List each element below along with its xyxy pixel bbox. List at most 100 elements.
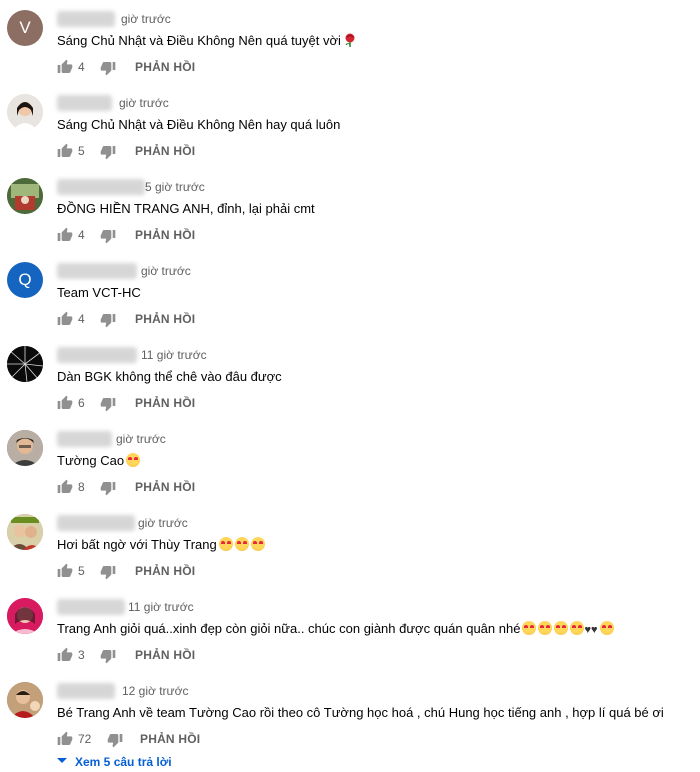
avatar[interactable]	[7, 682, 43, 718]
comment-actions: 8 PHẢN HỒI	[57, 477, 457, 497]
heart-eyes-emoji-icon	[218, 537, 233, 551]
comment-actions: 4 PHẢN HỒI	[57, 309, 457, 329]
thumb-down-icon[interactable]	[100, 480, 116, 496]
avatar[interactable]: V	[7, 10, 43, 46]
author-name-blurred[interactable]	[57, 263, 137, 279]
thumb-down-icon[interactable]	[100, 312, 116, 328]
thumb-down-icon[interactable]	[100, 60, 116, 76]
like-count: 8	[78, 480, 85, 494]
thumb-down-icon[interactable]	[100, 396, 116, 412]
view-replies-button[interactable]: Xem 5 câu trả lời	[57, 754, 172, 770]
comment-actions: 5 PHẢN HỒI	[57, 141, 457, 161]
thumb-down-icon[interactable]	[100, 228, 116, 244]
comment-actions: 3 PHẢN HỒI	[57, 645, 457, 665]
thumb-up-icon[interactable]	[57, 395, 73, 411]
heart-eyes-emoji-icon	[599, 621, 614, 635]
comment-item: 11 giờ trước Dàn BGK không thể chê vào đâ…	[0, 336, 700, 420]
thumb-up-icon[interactable]	[57, 647, 73, 663]
chevron-down-icon	[57, 758, 67, 763]
reply-button[interactable]: PHẢN HỒI	[135, 647, 195, 663]
avatar[interactable]	[7, 346, 43, 382]
like-count: 4	[78, 312, 85, 326]
author-name-blurred[interactable]	[57, 515, 135, 531]
avatar[interactable]	[7, 178, 43, 214]
black-hearts-emoji: ♥♥	[584, 624, 598, 636]
author-name-blurred[interactable]	[57, 431, 112, 447]
avatar[interactable]	[7, 514, 43, 550]
comment-text-content: Tường Cao	[57, 453, 125, 468]
author-name-blurred[interactable]	[57, 347, 137, 363]
thumb-up-icon[interactable]	[57, 479, 73, 495]
thumb-down-icon[interactable]	[100, 144, 116, 160]
thumb-up-icon[interactable]	[57, 143, 73, 159]
comment-text-content: Team VCT-HC	[57, 285, 141, 300]
comment-time[interactable]: 12 giờ trước	[122, 683, 188, 699]
author-name-blurred[interactable]	[57, 11, 115, 27]
reply-button[interactable]: PHẢN HỒI	[135, 59, 195, 75]
comment-text-content: Trang Anh giỏi quá..xinh đẹp còn giỏi nữ…	[57, 621, 521, 636]
comment-time[interactable]: giờ trước	[121, 11, 171, 27]
comment-text-content: Bé Trang Anh về team Tường Cao rồi theo …	[57, 705, 664, 720]
avatar[interactable]	[7, 94, 43, 130]
comment-actions: 6 PHẢN HỒI	[57, 393, 457, 413]
reply-button[interactable]: PHẢN HỒI	[135, 227, 195, 243]
comment-time[interactable]: 11 giờ trước	[128, 599, 194, 615]
like-count: 6	[78, 396, 85, 410]
heart-eyes-emoji-icon	[250, 537, 265, 551]
author-name-blurred[interactable]	[57, 683, 115, 699]
rose-emoji-icon	[345, 33, 355, 47]
author-name-blurred[interactable]	[57, 599, 125, 615]
thumb-down-icon[interactable]	[100, 648, 116, 664]
comment-item: 11 giờ trước Trang Anh giỏi quá..xinh đẹp…	[0, 588, 700, 672]
avatar-letter: V	[19, 18, 31, 37]
comment-text: ĐỒNG HIỀN TRANG ANH, đỉnh, lại phải cmt	[57, 199, 315, 219]
avatar-letter: Q	[18, 270, 32, 289]
comment-item: giờ trước Hơi bất ngờ với Thùy Trang 5 PHẢN…	[0, 504, 700, 588]
comment-item: 12 giờ trước Bé Trang Anh về team Tường C…	[0, 672, 700, 756]
comment-actions: 72 PHẢN HỒI	[57, 729, 457, 749]
reply-button[interactable]: PHẢN HỒI	[135, 143, 195, 159]
thumb-up-icon[interactable]	[57, 227, 73, 243]
reply-button[interactable]: PHẢN HỒI	[135, 563, 195, 579]
comment-time[interactable]: giờ trước	[116, 431, 166, 447]
avatar[interactable]: Q	[7, 262, 43, 298]
reply-button[interactable]: PHẢN HỒI	[135, 311, 195, 327]
heart-eyes-emoji-icon	[522, 621, 537, 635]
comment-text: Dàn BGK không thể chê vào đâu được	[57, 367, 282, 387]
reply-button[interactable]: PHẢN HỒI	[140, 731, 200, 747]
heart-eyes-emoji-icon	[234, 537, 249, 551]
avatar[interactable]	[7, 598, 43, 634]
comment-time[interactable]: giờ trước	[138, 515, 188, 531]
author-name-blurred[interactable]	[57, 179, 145, 195]
comment-text-content: Sáng Chủ Nhật và Điều Không Nên hay quá …	[57, 117, 341, 132]
comment-item: giờ trước Sáng Chủ Nhật và Điều Không Nên…	[0, 84, 700, 168]
thumb-up-icon[interactable]	[57, 563, 73, 579]
comment-item: Vgiờ trước Sáng Chủ Nhật và Điều Không Nê…	[0, 0, 700, 84]
comment-text: Sáng Chủ Nhật và Điều Không Nên quá tuyệ…	[57, 31, 356, 51]
thumb-down-icon[interactable]	[107, 732, 123, 748]
comment-text-content: ĐỒNG HIỀN TRANG ANH, đỉnh, lại phải cmt	[57, 201, 315, 216]
comment-list: Vgiờ trước Sáng Chủ Nhật và Điều Không Nê…	[0, 0, 700, 772]
thumb-up-icon[interactable]	[57, 731, 73, 747]
comment-time[interactable]: giờ trước	[119, 95, 169, 111]
like-count: 4	[78, 228, 85, 242]
comment-text: Hơi bất ngờ với Thùy Trang	[57, 535, 265, 555]
reply-button[interactable]: PHẢN HỒI	[135, 395, 195, 411]
comment-item: giờ trước Tường Cao 8 PHẢN HỒI	[0, 420, 700, 504]
thumb-down-icon[interactable]	[100, 564, 116, 580]
reply-button[interactable]: PHẢN HỒI	[135, 479, 195, 495]
comment-text-content: Sáng Chủ Nhật và Điều Không Nên quá tuyệ…	[57, 33, 341, 48]
like-count: 3	[78, 648, 85, 662]
comment-time[interactable]: giờ trước	[141, 263, 191, 279]
comment-time[interactable]: 11 giờ trước	[141, 347, 207, 363]
author-name-blurred[interactable]	[57, 95, 112, 111]
thumb-up-icon[interactable]	[57, 311, 73, 327]
comment-item: 5 giờ trước ĐỒNG HIỀN TRANG ANH, đỉnh, lạ…	[0, 168, 700, 252]
thumb-up-icon[interactable]	[57, 59, 73, 75]
avatar[interactable]	[7, 430, 43, 466]
like-count: 72	[78, 732, 92, 746]
comment-actions: 4 PHẢN HỒI	[57, 225, 457, 245]
comment-time[interactable]: 5 giờ trước	[145, 179, 205, 195]
view-replies-label: Xem 5 câu trả lời	[75, 755, 172, 769]
comment-text: Bé Trang Anh về team Tường Cao rồi theo …	[57, 703, 664, 723]
